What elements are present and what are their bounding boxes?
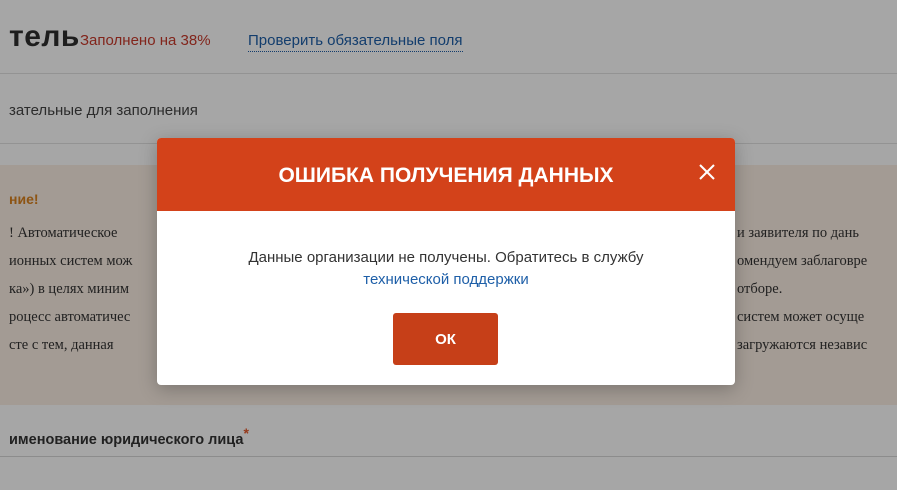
support-link[interactable]: технической поддержки bbox=[157, 269, 735, 291]
ok-button[interactable]: ОК bbox=[393, 313, 498, 365]
dialog-message: Данные организации не получены. Обратите… bbox=[248, 249, 644, 266]
error-dialog: ОШИБКА ПОЛУЧЕНИЯ ДАННЫХ Данные организац… bbox=[157, 138, 735, 385]
close-button[interactable] bbox=[695, 160, 719, 184]
dialog-header: ОШИБКА ПОЛУЧЕНИЯ ДАННЫХ bbox=[157, 138, 735, 211]
dialog-title: ОШИБКА ПОЛУЧЕНИЯ ДАННЫХ bbox=[278, 164, 614, 187]
close-icon bbox=[699, 164, 715, 180]
support-link-text[interactable]: технической поддержки bbox=[363, 271, 528, 288]
